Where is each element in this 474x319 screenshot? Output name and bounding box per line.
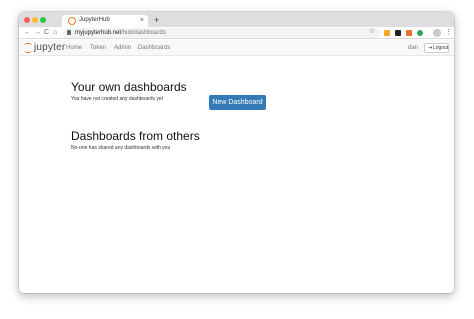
home-icon[interactable]: ⌂ — [53, 28, 57, 38]
logout-button[interactable]: ⇥ Logout — [424, 43, 449, 53]
jupyterhub-navbar: jupyter Home Token Admin Dashboards dan … — [19, 40, 454, 56]
browser-menu-icon[interactable]: ⋮ — [445, 28, 452, 37]
logo-text: jupyter — [34, 42, 66, 53]
others-dashboards-empty-text: No-one has shared any dashboards with yo… — [71, 145, 171, 151]
tab-close-icon[interactable]: × — [140, 16, 144, 25]
jupyter-favicon-icon — [68, 17, 76, 25]
own-dashboards-heading: Your own dashboards — [71, 80, 187, 94]
jupyter-logo-icon — [24, 43, 32, 53]
nav-link-home[interactable]: Home — [66, 44, 82, 52]
dashboards-page: Your own dashboards You have not created… — [19, 57, 454, 293]
forward-arrow-icon[interactable]: → — [34, 28, 41, 38]
lock-icon — [67, 30, 71, 35]
bookmark-star-icon[interactable]: ☆ — [369, 28, 375, 36]
others-dashboards-heading: Dashboards from others — [71, 129, 200, 143]
sign-out-icon: ⇥ — [428, 45, 433, 51]
own-dashboards-empty-text: You have not created any dashboards yet — [71, 96, 164, 102]
browser-window: JupyterHub × + ← → C ⌂ myjupyterhub.net/… — [19, 12, 454, 293]
nav-link-dashboards[interactable]: Dashboards — [138, 44, 170, 52]
back-arrow-icon[interactable]: ← — [24, 28, 31, 38]
profile-avatar-icon[interactable] — [433, 29, 441, 37]
browser-toolbar: ← → C ⌂ myjupyterhub.net/hub/dashboards … — [19, 27, 454, 39]
maximize-window-button[interactable] — [40, 17, 46, 23]
browser-titlebar: JupyterHub × + — [19, 12, 454, 27]
reload-icon[interactable]: C — [44, 28, 49, 38]
extension-icon[interactable] — [395, 30, 401, 36]
username-label: dan — [408, 45, 419, 51]
nav-link-admin[interactable]: Admin — [114, 44, 131, 52]
new-tab-button[interactable]: + — [154, 15, 159, 25]
url-text: myjupyterhub.net/hub/dashboards — [75, 29, 166, 37]
minimize-window-button[interactable] — [32, 17, 38, 23]
extension-icon[interactable] — [417, 30, 423, 36]
logout-label: Logout — [433, 45, 449, 51]
url-host: myjupyterhub.net — [75, 30, 122, 36]
extension-icon[interactable] — [406, 30, 412, 36]
new-dashboard-button[interactable]: New Dashboard — [209, 95, 266, 110]
close-window-button[interactable] — [24, 17, 30, 23]
extension-icon[interactable] — [384, 30, 390, 36]
nav-link-token[interactable]: Token — [90, 44, 106, 52]
url-path: /hub/dashboards — [121, 30, 166, 36]
address-bar[interactable]: myjupyterhub.net/hub/dashboards — [63, 28, 381, 38]
browser-tab[interactable]: JupyterHub × — [62, 15, 148, 27]
tab-title: JupyterHub — [79, 17, 110, 23]
